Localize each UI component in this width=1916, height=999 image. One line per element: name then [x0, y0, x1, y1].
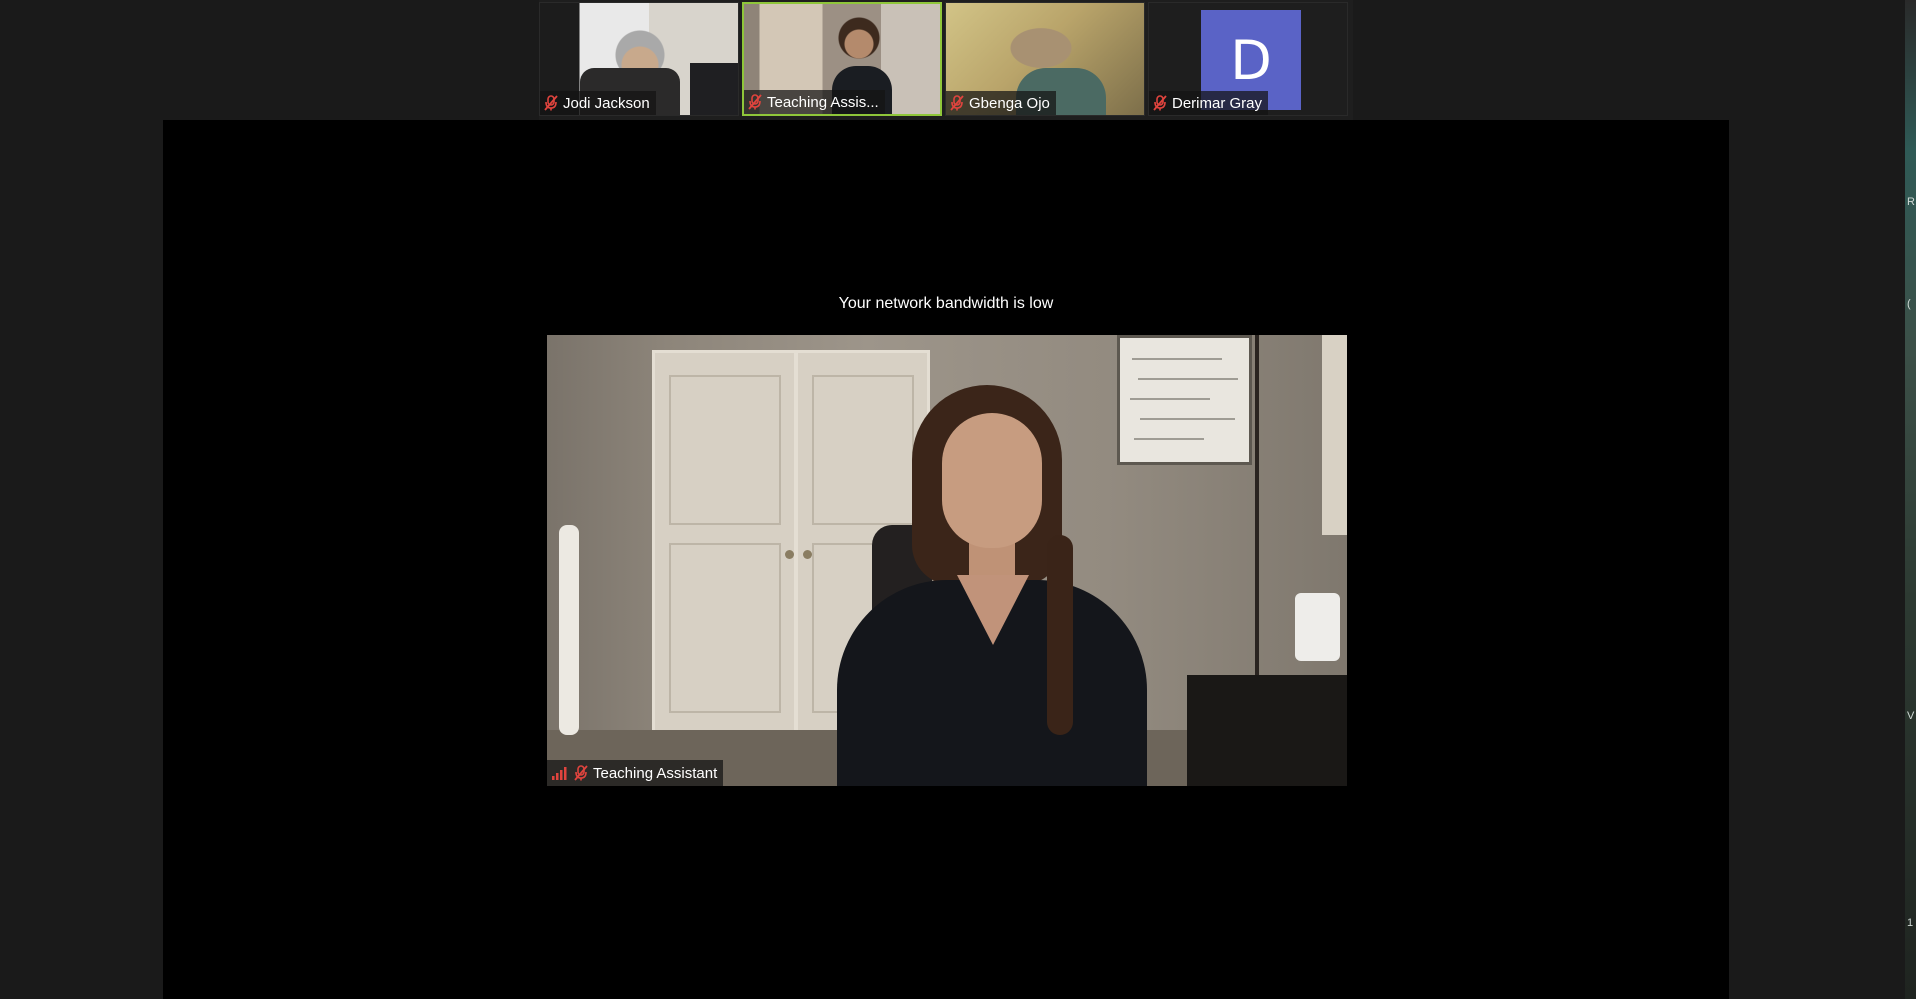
video-desk: [1187, 675, 1347, 786]
edge-text-fragment: 1: [1907, 917, 1914, 929]
participant-name: Teaching Assis...: [767, 93, 879, 111]
video-door-knob: [785, 550, 794, 559]
video-whiteboard: [1117, 335, 1252, 465]
video-person-face: [942, 413, 1042, 548]
meeting-window: Jodi Jackson Teaching Assis... Gbenga Oj…: [0, 0, 1916, 999]
muted-mic-icon: [748, 94, 762, 110]
video-vacuum: [559, 525, 579, 735]
adjacent-window-edge: R ( V 1: [1905, 0, 1916, 999]
speaker-name: Teaching Assistant: [593, 764, 718, 782]
participant-name-tag: Jodi Jackson: [540, 91, 656, 115]
participant-name-tag: Gbenga Ojo: [946, 91, 1056, 115]
edge-text-fragment: V: [1907, 710, 1915, 722]
active-speaker-stage: Your network bandwidth is low Teaching A…: [163, 120, 1729, 999]
video-shelf: [690, 63, 738, 115]
participant-tile-teaching-assistant[interactable]: Teaching Assis...: [742, 2, 942, 116]
edge-text-fragment: R: [1907, 196, 1915, 208]
active-speaker-video[interactable]: Teaching Assistant: [547, 335, 1347, 786]
muted-mic-icon: [950, 95, 964, 111]
video-door-knob: [803, 550, 812, 559]
participant-tile-derimar-gray[interactable]: D Derimar Gray: [1148, 2, 1348, 116]
bandwidth-warning: Your network bandwidth is low: [838, 295, 1054, 312]
participant-name: Gbenga Ojo: [969, 94, 1050, 112]
muted-mic-icon: [574, 765, 588, 781]
participant-name: Jodi Jackson: [563, 94, 650, 112]
video-door-left: [652, 350, 797, 735]
video-person-neckline: [957, 575, 1029, 645]
participant-name-tag: Derimar Gray: [1149, 91, 1269, 115]
video-shelf: [1322, 335, 1347, 535]
video-lamp: [1295, 593, 1340, 661]
muted-mic-icon: [1153, 95, 1167, 111]
participant-name: Derimar Gray: [1172, 94, 1263, 112]
participant-thumbnail-strip: Jodi Jackson Teaching Assis... Gbenga Oj…: [539, 0, 1353, 120]
speaker-name-tag: Teaching Assistant: [547, 760, 724, 786]
signal-bars-icon: [552, 767, 567, 780]
muted-mic-icon: [544, 95, 558, 111]
video-person-braid: [1047, 535, 1073, 735]
participant-tile-gbenga-ojo[interactable]: Gbenga Ojo: [945, 2, 1145, 116]
participant-tile-jodi-jackson[interactable]: Jodi Jackson: [539, 2, 739, 116]
participant-name-tag: Teaching Assis...: [744, 90, 885, 114]
edge-text-fragment: (: [1907, 298, 1911, 310]
